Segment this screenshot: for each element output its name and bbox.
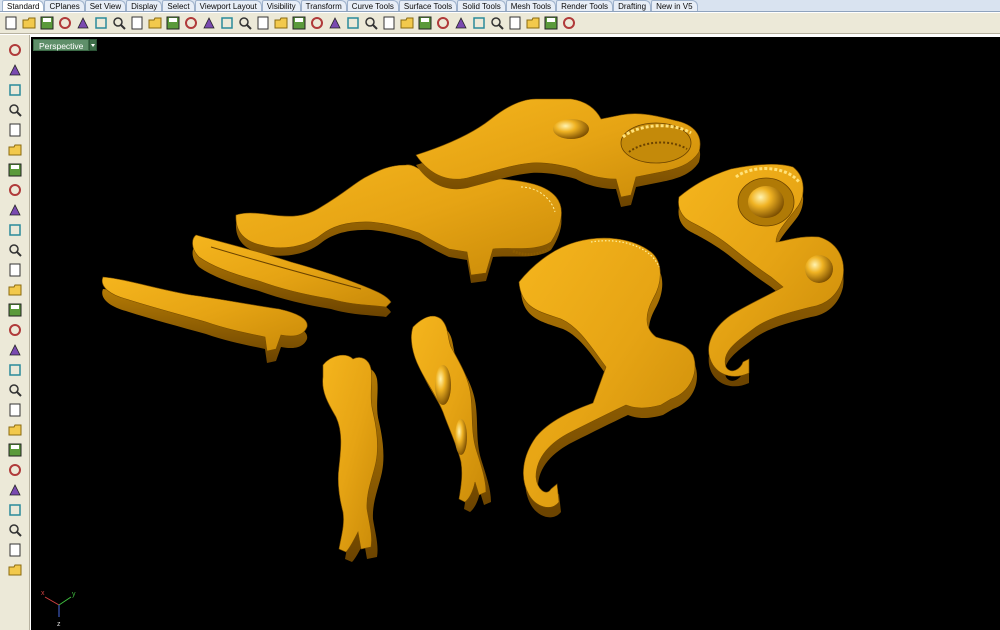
environment-icon[interactable]	[488, 14, 506, 32]
options-icon[interactable]	[524, 14, 542, 32]
viewport-label[interactable]: Perspective	[33, 39, 90, 51]
tab-viewport-layout[interactable]: Viewport Layout	[194, 0, 262, 11]
copy-icon[interactable]	[110, 14, 128, 32]
tab-surface-tools[interactable]: Surface Tools	[398, 0, 458, 11]
tab-standard[interactable]: Standard	[2, 0, 45, 11]
new-icon[interactable]	[2, 14, 20, 32]
open-icon[interactable]	[20, 14, 38, 32]
ellipse-icon[interactable]	[4, 141, 26, 159]
tab-set-view[interactable]: Set View	[84, 0, 127, 11]
sphere-solid-icon[interactable]	[4, 301, 26, 319]
shade-icon[interactable]	[398, 14, 416, 32]
tab-new-in-v5[interactable]: New in V5	[651, 0, 698, 11]
circle-icon[interactable]	[4, 121, 26, 139]
axis-triad: x y z	[41, 590, 76, 628]
tab-mesh-tools[interactable]: Mesh Tools	[505, 0, 557, 11]
rotate-tool-icon[interactable]	[4, 441, 26, 459]
tab-render-tools[interactable]: Render Tools	[556, 0, 614, 11]
box-icon[interactable]	[4, 281, 26, 299]
split-icon[interactable]	[4, 461, 26, 479]
rectangle-icon[interactable]	[4, 181, 26, 199]
color-wheel-icon[interactable]	[434, 14, 452, 32]
curve-icon[interactable]	[4, 101, 26, 119]
select-icon[interactable]	[308, 14, 326, 32]
lion-rampant-center[interactable]	[322, 354, 384, 562]
render-icon[interactable]	[416, 14, 434, 32]
surface-icon[interactable]	[4, 261, 26, 279]
tab-visibility[interactable]: Visibility	[261, 0, 301, 11]
arc-icon[interactable]	[4, 161, 26, 179]
boolean-icon[interactable]	[4, 381, 26, 399]
tab-display[interactable]: Display	[126, 0, 163, 11]
show-icon[interactable]	[344, 14, 362, 32]
fillet-icon[interactable]	[4, 221, 26, 239]
tab-transform[interactable]: Transform	[300, 0, 347, 11]
rotate-view-icon[interactable]	[182, 14, 200, 32]
save-icon[interactable]	[38, 14, 56, 32]
analyze-icon[interactable]	[4, 541, 26, 559]
import-icon[interactable]	[74, 14, 92, 32]
viewport-layout-icon[interactable]	[290, 14, 308, 32]
transform-icon[interactable]	[4, 361, 26, 379]
polyline-icon[interactable]	[4, 81, 26, 99]
paste-icon[interactable]	[128, 14, 146, 32]
zoom-selected-icon[interactable]	[254, 14, 272, 32]
group-icon[interactable]	[4, 501, 26, 519]
perspective-viewport[interactable]: x y z Perspective	[31, 37, 1000, 630]
axis-z-label: z	[57, 621, 61, 628]
snap-icon[interactable]	[4, 521, 26, 539]
tab-solid-tools[interactable]: Solid Tools	[457, 0, 506, 11]
layer-icon[interactable]	[506, 14, 524, 32]
material-icon[interactable]	[452, 14, 470, 32]
left-toolbar	[0, 35, 30, 630]
render-solid-icon[interactable]	[4, 561, 26, 579]
hide-icon[interactable]	[326, 14, 344, 32]
cut-icon[interactable]	[92, 14, 110, 32]
lion-relief-rampant-center[interactable]	[411, 315, 491, 512]
tab-select[interactable]: Select	[162, 0, 195, 11]
extend-icon[interactable]	[4, 241, 26, 259]
zoom-icon[interactable]	[200, 14, 218, 32]
lion-profile-large-center[interactable]	[518, 237, 697, 518]
zoom-window-icon[interactable]	[218, 14, 236, 32]
array-icon[interactable]	[4, 401, 26, 419]
point-icon[interactable]	[4, 61, 26, 79]
print-icon[interactable]	[56, 14, 74, 32]
zoom-extents-icon[interactable]	[236, 14, 254, 32]
lock-icon[interactable]	[362, 14, 380, 32]
arrow-select-icon[interactable]	[4, 41, 26, 59]
lion-relief-right[interactable]	[678, 164, 844, 387]
tab-curve-tools[interactable]: Curve Tools	[346, 0, 399, 11]
dimension-icon[interactable]	[4, 421, 26, 439]
mesh-icon[interactable]	[4, 341, 26, 359]
help-icon[interactable]	[560, 14, 578, 32]
tab-cplanes[interactable]: CPlanes	[44, 0, 85, 11]
text-icon[interactable]	[4, 481, 26, 499]
axis-x-label: x	[41, 590, 45, 597]
viewport-title[interactable]: Perspective	[33, 39, 98, 51]
viewport-menu-dropdown[interactable]	[89, 39, 98, 51]
axis-y-label: y	[72, 591, 76, 598]
light-icon[interactable]	[380, 14, 398, 32]
standard-toolbar	[0, 13, 1000, 34]
properties-icon[interactable]	[542, 14, 560, 32]
undo-icon[interactable]	[146, 14, 164, 32]
rotate-icon[interactable]	[272, 14, 290, 32]
sphere-icon[interactable]	[470, 14, 488, 32]
toolbar-tab-strip: Standard CPlanes Set View Display Select View…	[0, 0, 1000, 12]
pan-icon[interactable]	[164, 14, 182, 32]
model-scene[interactable]: x y z	[31, 37, 1000, 630]
tab-drafting[interactable]: Drafting	[613, 0, 652, 11]
cylinder-icon[interactable]	[4, 321, 26, 339]
polygon-icon[interactable]	[4, 201, 26, 219]
